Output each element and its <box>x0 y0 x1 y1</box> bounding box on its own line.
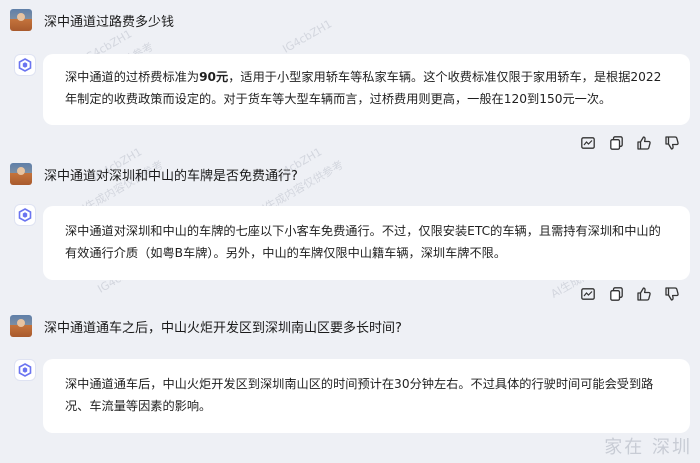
corner-watermark: 家在 深圳 <box>604 437 692 458</box>
copy-icon[interactable] <box>608 286 624 302</box>
answer-text: 深中通道对深圳和中山的车牌的七座以下小客车免费通行。不过，仅限安装ETC的车辆，… <box>65 224 661 260</box>
ai-logo-icon <box>14 54 36 76</box>
thumbs-up-icon[interactable] <box>636 135 652 151</box>
user-message: 深中通道通车之后，中山火炬开发区到深圳南山区要多长时间? <box>10 314 402 338</box>
user-question: 深中通道对深圳和中山的车牌是否免费通行? <box>44 168 298 184</box>
message-actions <box>580 135 680 151</box>
message-actions <box>580 286 680 302</box>
user-message: 深中通道对深圳和中山的车牌是否免费通行? <box>10 162 298 186</box>
assistant-answer: 深中通道对深圳和中山的车牌的七座以下小客车免费通行。不过，仅限安装ETC的车辆，… <box>43 206 690 280</box>
thumbs-down-icon[interactable] <box>664 135 680 151</box>
chart-icon[interactable] <box>580 286 596 302</box>
copy-icon[interactable] <box>608 135 624 151</box>
user-avatar <box>10 315 32 337</box>
thumbs-down-icon[interactable] <box>664 286 680 302</box>
assistant-answer: 深中通道的过桥费标准为90元，适用于小型家用轿车等私家车辆。这个收费标准仅限于家… <box>43 54 690 125</box>
answer-text: 深中通道的过桥费标准为 <box>65 70 200 84</box>
user-message: 深中通道过路费多少钱 <box>10 8 174 32</box>
assistant-answer: 深中通道通车后，中山火炬开发区到深圳南山区的时间预计在30分钟左右。不过具体的行… <box>43 359 690 433</box>
user-avatar <box>10 9 32 31</box>
ai-logo-icon <box>14 359 36 381</box>
answer-bold-text: 90元 <box>199 70 229 84</box>
answer-text: 深中通道通车后，中山火炬开发区到深圳南山区的时间预计在30分钟左右。不过具体的行… <box>65 377 654 413</box>
user-avatar <box>10 163 32 185</box>
user-question: 深中通道过路费多少钱 <box>44 14 175 30</box>
chart-icon[interactable] <box>580 135 596 151</box>
thumbs-up-icon[interactable] <box>636 286 652 302</box>
user-question: 深中通道通车之后，中山火炬开发区到深圳南山区要多长时间? <box>44 320 402 336</box>
watermark-code: IG4cbZH1 <box>280 17 335 56</box>
ai-logo-icon <box>14 204 36 226</box>
